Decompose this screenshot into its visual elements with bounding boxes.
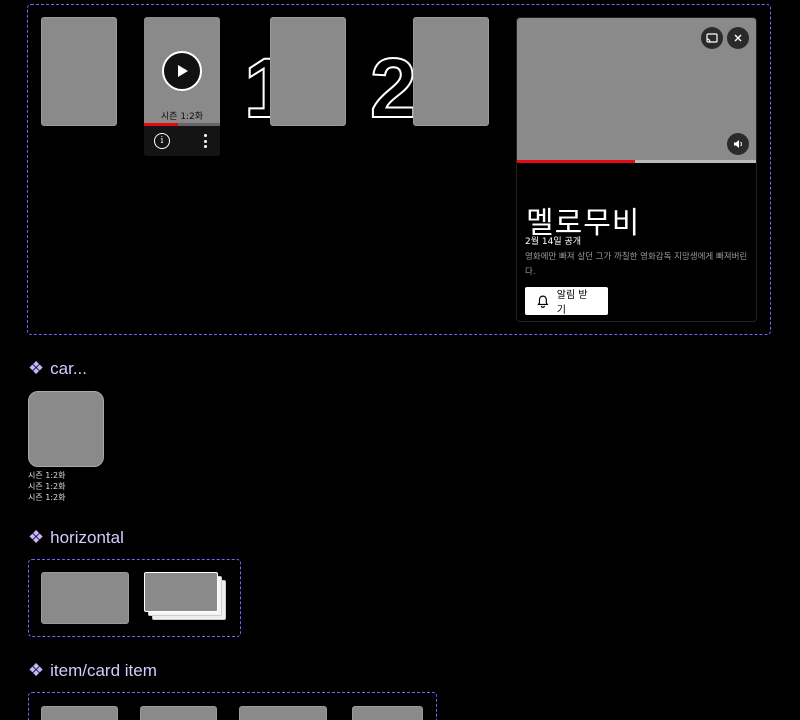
card-item-thumbnail-2[interactable] [140, 706, 217, 720]
component-icon: ❖ [28, 527, 45, 547]
play-icon [178, 65, 188, 77]
preview-progress-track [517, 160, 756, 163]
section-title-horizontal: ❖ horizontal [28, 527, 124, 548]
card-item-thumbnail-4[interactable] [352, 706, 423, 720]
play-button[interactable] [162, 51, 202, 91]
volume-icon [734, 140, 742, 148]
hover-card[interactable]: 시즌 1:2화 i [144, 17, 220, 156]
preview-description: 영화에만 빠져 살던 그가 까칠한 영화감독 지망생에게 빠져버린다. [525, 252, 748, 277]
preview-card[interactable]: 멜로무비 2월 14일 공개 영화에만 빠져 살던 그가 까칠한 영화감독 지망… [516, 17, 757, 322]
hover-progress-fill [144, 123, 179, 126]
close-icon [734, 34, 742, 42]
stacked-thumbnail[interactable] [144, 572, 226, 620]
preview-progress-fill [517, 160, 636, 163]
section-title-card-item-label: item/card item [50, 660, 157, 680]
more-vertical-icon [203, 134, 207, 137]
section-title-horizontal-label: horizontal [50, 527, 124, 547]
horizontal-thumbnail[interactable] [41, 572, 129, 624]
bell-icon [537, 295, 549, 308]
ranked-poster-2[interactable] [413, 17, 489, 126]
notify-button[interactable]: 알림 받기 [525, 287, 608, 316]
poster-thumbnail[interactable] [41, 17, 117, 126]
more-options-button[interactable] [200, 134, 210, 148]
cast-icon [706, 33, 718, 43]
episode-label: 시즌 1:2화 [160, 112, 204, 122]
notify-label: 알림 받기 [556, 290, 588, 316]
hover-progress-track [144, 123, 220, 126]
ranked-poster-1[interactable] [270, 17, 346, 126]
close-button[interactable] [727, 27, 749, 49]
card-item-thumbnail-1[interactable] [41, 706, 118, 720]
car-line-1: 시즌 1:2화 [28, 471, 66, 480]
section-title-car: ❖ car... [28, 358, 87, 379]
component-icon: ❖ [28, 660, 45, 680]
component-icon: ❖ [28, 358, 45, 378]
car-line-3: 시즌 1:2화 [28, 493, 66, 502]
section-title-car-label: car... [50, 358, 87, 378]
square-card-thumbnail[interactable] [28, 391, 104, 467]
volume-button[interactable] [727, 133, 749, 155]
car-line-2: 시즌 1:2화 [28, 482, 66, 491]
section-title-card-item: ❖ item/card item [28, 660, 157, 681]
rank-number-2: 2 [369, 41, 418, 135]
card-item-thumbnail-3[interactable] [239, 706, 327, 720]
info-button[interactable]: i [154, 133, 170, 149]
release-date: 2월 14일 공개 [525, 237, 582, 247]
info-icon: i [160, 136, 164, 146]
cast-button[interactable] [701, 27, 723, 49]
